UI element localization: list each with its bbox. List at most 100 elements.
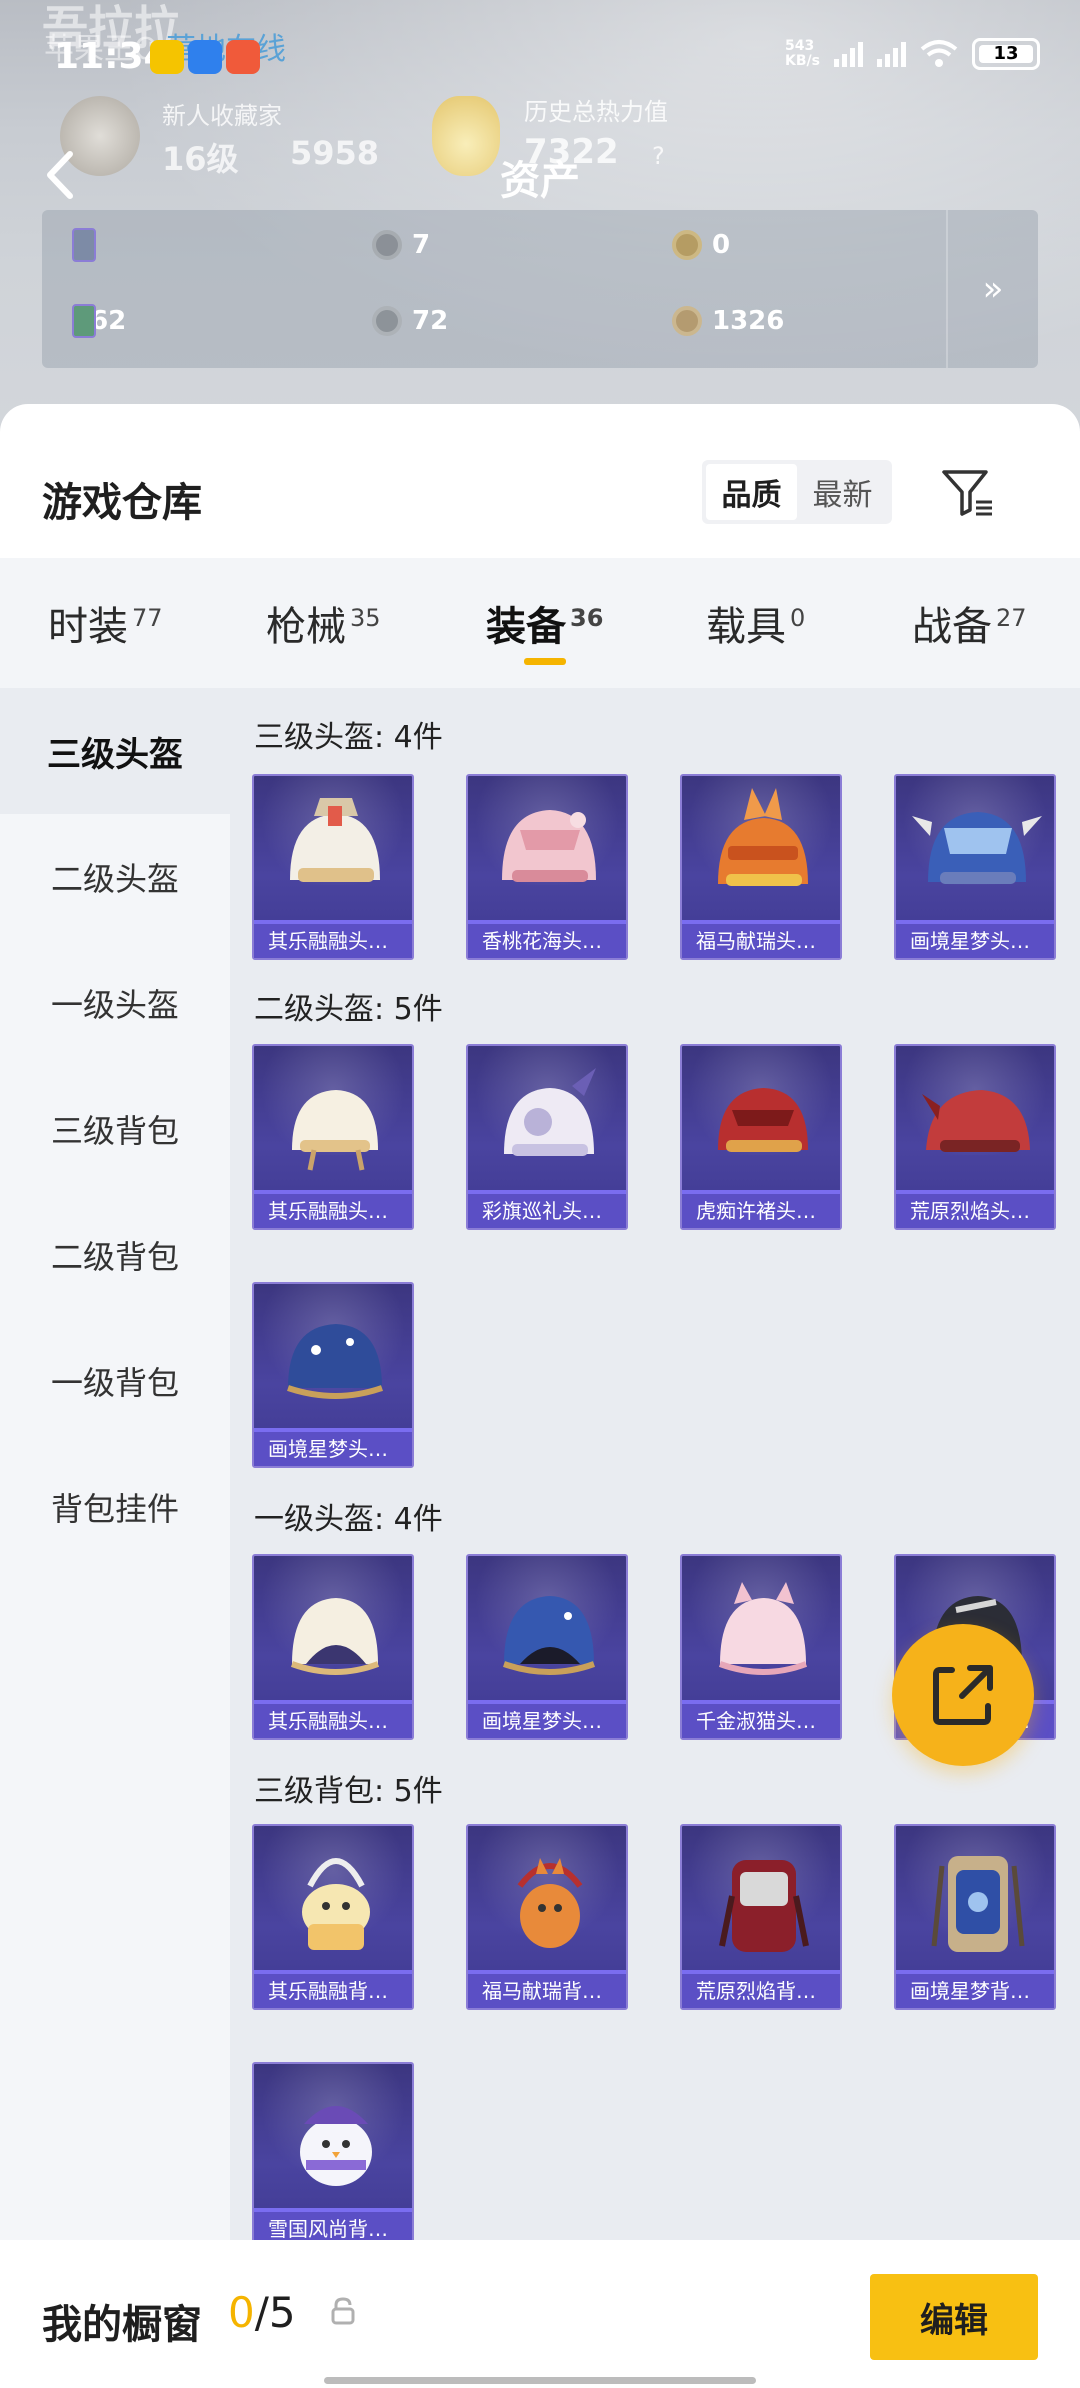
sort-newest-button[interactable]: 最新 (797, 464, 888, 520)
item-card[interactable]: 画境星梦头… (466, 1554, 628, 1740)
tab-count: 27 (996, 603, 1027, 632)
item-name: 虎痴许褚头… (682, 1194, 840, 1228)
profile-header-background: 吾拉拉 苹果王Q 营地在线 新人收藏家 16级 5958 历史总热力值 7322… (0, 0, 1080, 440)
tab-fashion[interactable]: 时装 77 (48, 594, 163, 652)
backpack-icon (719, 1860, 809, 1952)
category-tabs: 时装 77 枪械 35 装备 36 载具 0 战备 27 (0, 558, 1080, 688)
sort-quality-button[interactable]: 品质 (706, 464, 797, 520)
silver-coin-icon (372, 306, 402, 336)
share-icon (933, 1665, 993, 1725)
item-name: 画境星梦背… (896, 1974, 1054, 2008)
network-speed: 543 KB/s (785, 39, 820, 69)
asset-item: 1326 (672, 306, 784, 336)
sidebar-item-level2-backpack[interactable]: 二级背包 (0, 1192, 230, 1318)
helmet-icon (287, 1324, 383, 1399)
sidebar-item-backpack-charm[interactable]: 背包挂件 (0, 1444, 230, 1570)
section-title: 一级头盔: 4件 (254, 1502, 443, 1537)
subcategory-sidebar: 三级头盔 二级头盔 一级头盔 三级背包 二级背包 一级背包 背包挂件 (0, 688, 230, 2248)
item-name: 千金淑猫头… (682, 1704, 840, 1738)
item-card[interactable]: 雪国风尚背… (252, 2062, 414, 2248)
item-name: 画境星梦头… (896, 924, 1054, 958)
tab-count: 77 (132, 603, 163, 632)
showcase-total: /5 (254, 2288, 296, 2337)
helmet-icon (292, 1090, 378, 1171)
helmet-icon (503, 1596, 596, 1675)
sidebar-item-level3-helmet[interactable]: 三级头盔 (0, 688, 230, 814)
item-grid: 三级头盔: 4件 其乐融融头… 香桃花海头… 福马献瑞头… 画境星梦头… 二级头… (230, 688, 1080, 2248)
sidebar-item-level2-helmet[interactable]: 二级头盔 (0, 814, 230, 940)
tab-label: 装备 (486, 604, 566, 650)
edit-button[interactable]: 编辑 (870, 2274, 1038, 2360)
item-card[interactable]: 福马献瑞背… (466, 1824, 628, 2010)
item-card[interactable]: 画境星梦背… (894, 1824, 1056, 2010)
tab-vehicles[interactable]: 载具 0 (706, 594, 805, 652)
tab-firearms[interactable]: 枪械 35 (266, 594, 381, 652)
item-card[interactable]: 千金淑猫头… (680, 1554, 842, 1740)
filter-icon[interactable] (940, 466, 996, 520)
assets-expand-button[interactable]: » (946, 210, 1038, 368)
asset-item: 162 (72, 304, 126, 338)
asset-item: 4 (72, 228, 96, 262)
asset-item: 7 (372, 230, 430, 260)
rank-title: 新人收藏家 (162, 102, 282, 130)
asset-value: 0 (712, 230, 731, 260)
home-indicator[interactable] (324, 2377, 756, 2384)
item-card[interactable]: 福马献瑞头… (680, 774, 842, 960)
sidebar-item-level3-backpack[interactable]: 三级背包 (0, 1066, 230, 1192)
item-card[interactable]: 其乐融融头… (252, 1044, 414, 1230)
sidebar-item-level1-helmet[interactable]: 一级头盔 (0, 940, 230, 1066)
asset-item: 0 (672, 230, 730, 260)
page-title: 资产 (500, 158, 580, 204)
item-name: 福马献瑞背… (468, 1974, 626, 2008)
tab-count: 36 (570, 603, 604, 632)
tab-equipment[interactable]: 装备 36 (486, 594, 603, 652)
item-card[interactable]: 荒原烈焰头… (894, 1044, 1056, 1230)
showcase-count: 0/5 (228, 2288, 296, 2337)
wifi-icon (920, 40, 958, 67)
gold-coin-icon (672, 306, 702, 336)
item-name: 画境星梦头… (254, 1432, 412, 1466)
item-card[interactable]: 其乐融融背… (252, 1824, 414, 2010)
item-card[interactable]: 画境星梦头… (894, 774, 1056, 960)
warehouse-title: 游戏仓库 (42, 480, 202, 526)
active-tab-indicator (524, 658, 566, 665)
battery-level: 13 (979, 45, 1033, 63)
helmet-icon (718, 788, 808, 886)
signal-icon-2 (877, 41, 906, 67)
item-name: 其乐融融背… (254, 1974, 412, 2008)
item-name: 其乐融融头… (254, 1194, 412, 1228)
backpack-icon (931, 1856, 1025, 1952)
battery-icon: 13 (972, 38, 1040, 70)
item-card[interactable]: 荒原烈焰背… (680, 1824, 842, 2010)
backpack-icon (517, 1858, 583, 1948)
item-card[interactable]: 香桃花海头… (466, 774, 628, 960)
tab-supplies[interactable]: 战备 27 (912, 594, 1027, 652)
helmet-icon (504, 1068, 596, 1156)
share-button[interactable] (892, 1624, 1034, 1766)
item-card[interactable]: 彩旗巡礼头… (466, 1044, 628, 1230)
sort-toggle: 品质 最新 (702, 460, 892, 524)
item-card[interactable]: 画境星梦头… (252, 1282, 414, 1468)
asset-value: 7 (412, 230, 431, 260)
showcase-current: 0 (228, 2288, 255, 2337)
section-title: 三级头盔: 4件 (254, 720, 443, 755)
helmet-icon (290, 798, 380, 882)
sidebar-item-level1-backpack[interactable]: 一级背包 (0, 1318, 230, 1444)
backpack-icon (302, 1858, 370, 1950)
helmet-icon (290, 1598, 380, 1675)
item-card[interactable]: 其乐融融头… (252, 1554, 414, 1740)
section-title: 三级背包: 5件 (254, 1774, 443, 1809)
ticket-icon (72, 304, 96, 338)
net-speed-value: 543 (785, 38, 815, 54)
asset-item: 72 (372, 306, 448, 336)
status-bar: 11:34 543 KB/s 13 (0, 30, 1080, 90)
item-card[interactable]: 其乐融融头… (252, 774, 414, 960)
medal-icon (672, 230, 702, 260)
tab-label: 枪械 (266, 604, 346, 650)
item-name: 福马献瑞头… (682, 924, 840, 958)
showcase-bar: 我的橱窗 0/5 编辑 (0, 2240, 1080, 2388)
item-card[interactable]: 虎痴许褚头… (680, 1044, 842, 1230)
showcase-label: 我的橱窗 (42, 2302, 202, 2348)
system-icons: 543 KB/s 13 (785, 38, 1040, 70)
helmet-icon (912, 812, 1042, 884)
